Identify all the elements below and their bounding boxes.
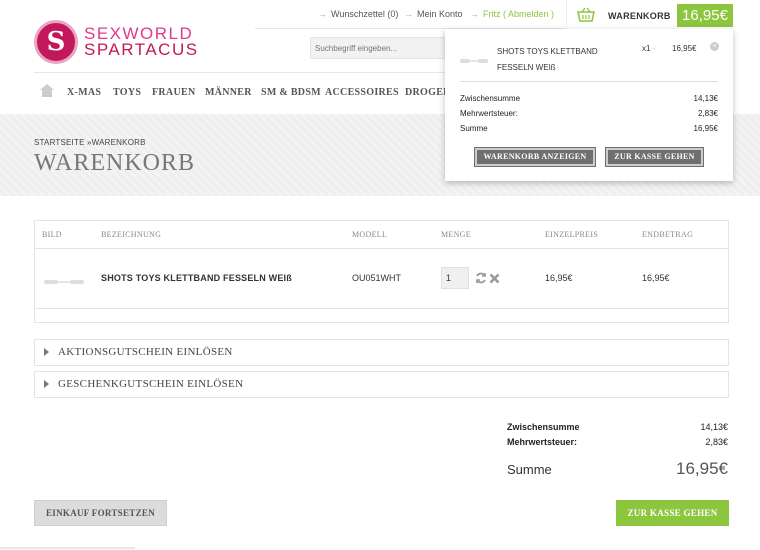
cart-item-unit-price: 16,95€ <box>545 273 573 283</box>
mini-cart-tax-label: Mehrwertsteuer: <box>460 109 518 118</box>
mini-cart-sum-label: Summe <box>460 124 488 133</box>
nav-divider <box>34 72 445 73</box>
remove-icon[interactable] <box>489 271 500 289</box>
caret-right-icon <box>44 348 49 356</box>
col-header-model: MODELL <box>352 230 388 239</box>
nav-item-frauen[interactable]: FRAUEN <box>152 87 195 98</box>
mini-cart-subtotal-label: Zwischensumme <box>460 94 521 103</box>
col-header-total: ENDBETRAG <box>642 230 694 239</box>
logo-text-line2[interactable]: SPARTACUS <box>84 40 199 60</box>
arrow-right-icon: → <box>404 9 413 19</box>
sum-value: 16,95€ <box>676 459 728 478</box>
subtotal-value: 14,13€ <box>700 422 728 432</box>
user-link[interactable]: → Fritz ( Abmelden ) <box>470 9 554 19</box>
nav-item-xmas[interactable]: X-MAS <box>67 87 101 98</box>
tax-value: 2,83€ <box>705 437 728 447</box>
nav-item-accessoires[interactable]: ACCESSOIRES <box>325 87 399 98</box>
mini-checkout-button[interactable]: ZUR KASSE GEHEN <box>605 147 704 167</box>
col-header-name: BEZEICHNUNG <box>101 230 162 239</box>
mini-cart-subtotal-value: 14,13€ <box>693 94 718 103</box>
nav-item-sm-bdsm[interactable]: SM & BDSM <box>261 87 321 98</box>
product-thumbnail[interactable] <box>44 273 84 291</box>
mini-cart-item-qty: x1 - <box>642 44 656 53</box>
subtotal-label: Zwischensumme <box>507 422 580 432</box>
remove-item-icon[interactable]: × <box>710 42 719 51</box>
mini-cart-item-name[interactable]: SHOTS TOYS KLETTBAND FESSELN WEIß <box>497 44 607 76</box>
cart-item-name[interactable]: SHOTS TOYS KLETTBAND FESSELN WEIß <box>101 273 292 283</box>
table-header-divider <box>35 248 728 249</box>
cart-item-total: 16,95€ <box>642 273 670 283</box>
mini-cart-divider <box>460 81 718 82</box>
product-thumbnail[interactable] <box>460 52 488 70</box>
continue-shopping-button[interactable]: EINKAUF FORTSETZEN <box>34 500 167 526</box>
nav-item-toys[interactable]: TOYS <box>113 87 141 98</box>
page-title: WARENKORB <box>34 150 196 176</box>
view-cart-button[interactable]: WARENKORB ANZEIGEN <box>474 147 596 167</box>
basket-icon[interactable] <box>576 7 596 28</box>
account-link[interactable]: → Mein Konto <box>404 9 463 19</box>
mini-cart-tax-value: 2,83€ <box>697 109 718 118</box>
col-header-qty: MENGE <box>441 230 471 239</box>
tax-label: Mehrwertsteuer: <box>507 437 578 447</box>
quantity-input[interactable] <box>441 267 469 289</box>
wishlist-link[interactable]: → Wunschzettel (0) <box>318 9 398 19</box>
logout-link[interactable]: ( Abmelden ) <box>503 9 554 19</box>
cart-total-badge[interactable]: 16,95€ <box>677 4 733 27</box>
mini-cart-sum-value: 16,95€ <box>693 124 718 133</box>
sum-label: Summe <box>507 462 552 477</box>
gift-coupon-label[interactable]: GESCHENKGUTSCHEIN EINLÖSEN <box>58 378 243 390</box>
breadcrumb[interactable]: STARTSEITE »WARENKORB <box>34 138 146 147</box>
home-icon[interactable] <box>40 84 54 102</box>
table-row-divider <box>35 308 728 309</box>
logo-icon[interactable]: S <box>34 20 78 64</box>
refresh-icon[interactable] <box>475 271 487 289</box>
nav-item-maenner[interactable]: MÄNNER <box>205 87 252 98</box>
arrow-right-icon: → <box>318 9 327 19</box>
col-header-image: BILD <box>42 230 62 239</box>
mini-cart-item-price: 16,95€ <box>672 44 697 53</box>
checkout-button[interactable]: ZUR KASSE GEHEN <box>616 500 729 526</box>
search-input[interactable] <box>310 37 450 59</box>
caret-right-icon <box>44 380 49 388</box>
promo-coupon-label[interactable]: AKTIONSGUTSCHEIN EINLÖSEN <box>58 346 233 358</box>
arrow-right-icon: → <box>470 9 479 19</box>
footer-divider <box>0 547 135 549</box>
cart-item-model: OU051WHT <box>352 273 402 283</box>
col-header-unit-price: EINZELPREIS <box>545 230 599 239</box>
cart-label[interactable]: WARENKORB <box>608 11 671 21</box>
